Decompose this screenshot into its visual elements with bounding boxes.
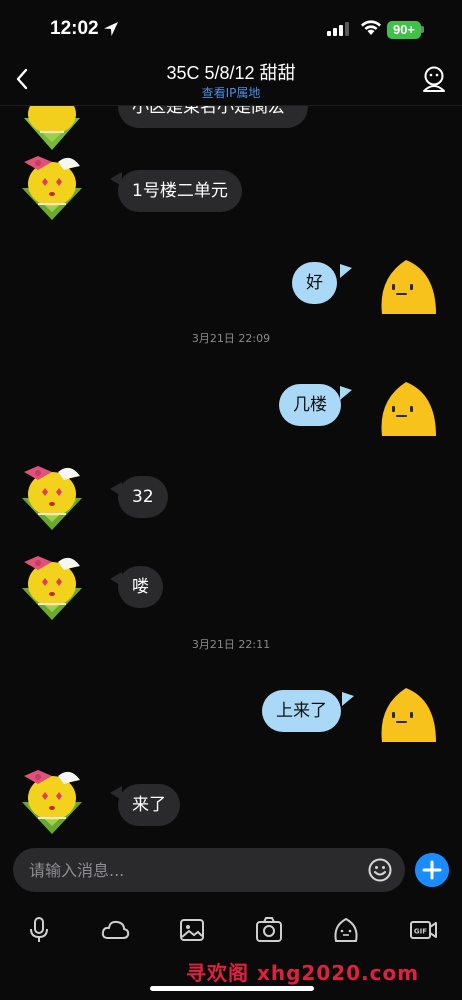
cloud-icon[interactable] (100, 916, 130, 944)
contact-avatar[interactable] (18, 106, 86, 152)
chat-header: 35C 5/8/12 甜甜 查看IP属地 (0, 56, 462, 106)
sticker-icon[interactable] (331, 916, 361, 944)
cellular-signal-icon (327, 22, 349, 36)
battery-indicator: 90+ (387, 21, 421, 39)
message-bubble[interactable]: 小区是東名小是阆宏 (118, 106, 308, 128)
status-bar: 12:02 90+ (0, 0, 462, 56)
message-bubble[interactable]: 几楼 (279, 384, 341, 426)
bubble-tail (342, 692, 354, 706)
message-bubble[interactable]: 1号楼二单元 (118, 170, 242, 212)
message-bubble[interactable]: 好 (292, 262, 337, 304)
contact-avatar[interactable] (18, 148, 86, 220)
timestamp: 3月21日 22:11 (191, 638, 271, 651)
my-avatar[interactable] (376, 256, 440, 316)
home-indicator[interactable] (150, 986, 314, 991)
message-bubble[interactable]: 上来了 (262, 690, 341, 732)
input-toolbar: GIF (0, 910, 462, 950)
chat-title: 35C 5/8/12 甜甜 (166, 63, 296, 83)
message-bubble[interactable]: 32 (118, 476, 168, 518)
status-time: 12:02 (50, 18, 99, 39)
my-avatar[interactable] (376, 378, 440, 438)
add-button[interactable] (415, 853, 449, 887)
message-input-bar (13, 848, 405, 892)
wifi-icon (361, 20, 381, 35)
bubble-tail (340, 264, 352, 278)
watermark-text: 寻欢阁 xhg2020.com (186, 961, 420, 985)
mic-icon[interactable] (24, 916, 54, 944)
battery-tip (421, 26, 424, 33)
contact-avatar[interactable] (18, 458, 86, 530)
profile-icon[interactable] (420, 64, 448, 94)
svg-text:GIF: GIF (414, 928, 427, 936)
contact-avatar[interactable] (18, 548, 86, 620)
ip-location-link[interactable]: 查看IP属地 (0, 84, 462, 101)
emoji-icon[interactable] (367, 857, 393, 883)
location-arrow-icon (104, 22, 118, 36)
camera-icon[interactable] (254, 916, 284, 944)
message-list[interactable]: 小区是東名小是阆宏 1号楼二单元 好 3月21日 22:09 几楼 32 喽 3… (0, 106, 462, 836)
my-avatar[interactable] (376, 684, 440, 744)
image-icon[interactable] (177, 916, 207, 944)
timestamp: 3月21日 22:09 (191, 332, 271, 345)
gif-icon[interactable]: GIF (409, 916, 439, 944)
contact-avatar[interactable] (18, 762, 86, 834)
message-bubble[interactable]: 来了 (118, 784, 180, 826)
message-input[interactable] (29, 859, 359, 881)
bubble-tail (340, 386, 352, 400)
message-bubble[interactable]: 喽 (118, 566, 163, 608)
